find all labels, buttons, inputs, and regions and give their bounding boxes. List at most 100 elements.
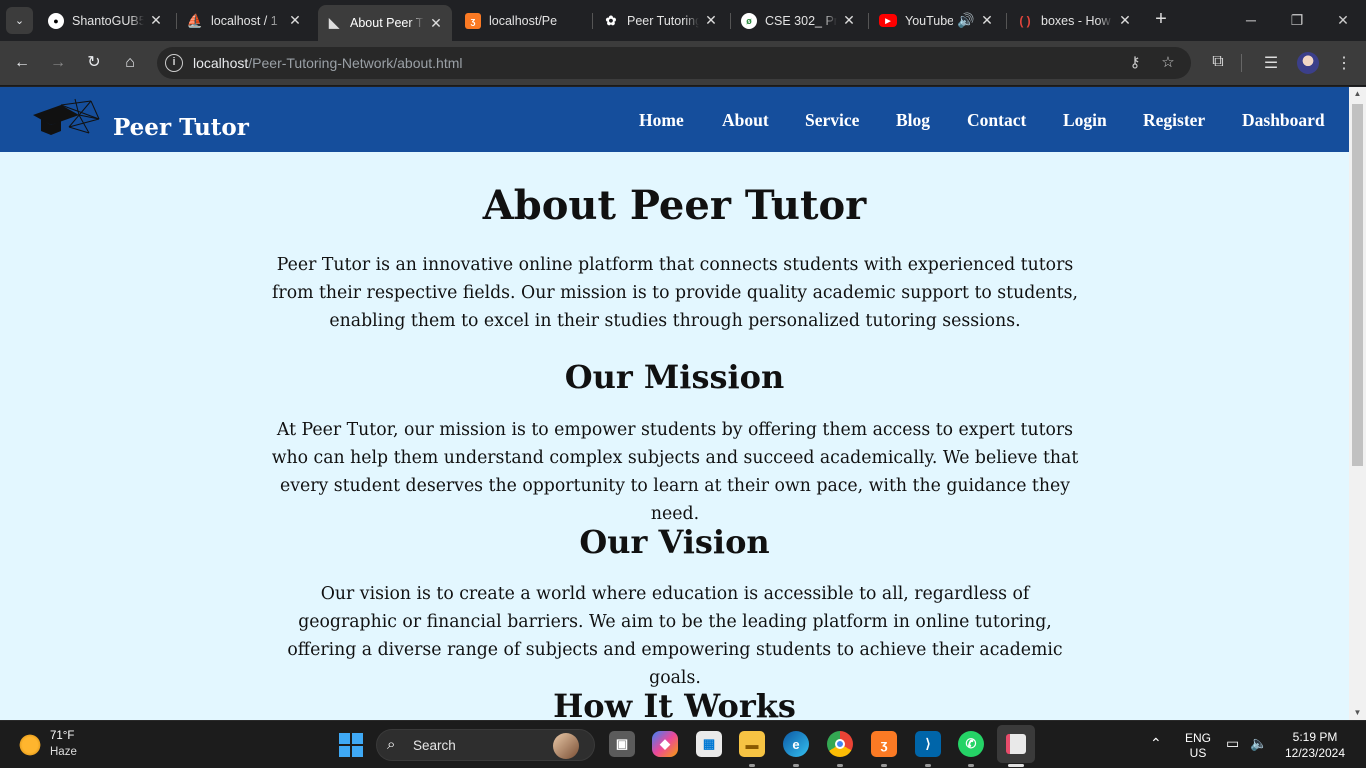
nav-service[interactable]: Service [805,110,859,131]
tab-title: Peer Tutoring [627,13,699,28]
tab-title: localhost/Pe [489,13,558,28]
input-language[interactable]: ENG [1182,731,1214,745]
nav-login[interactable]: Login [1063,110,1107,131]
chrome-icon[interactable] [827,731,853,757]
home-button[interactable]: ⌂ [118,51,142,75]
tab-codepen[interactable]: ( ) boxes - How ✕ [1009,6,1141,35]
running-indicator [881,764,887,767]
reload-button[interactable]: ↻ [82,51,106,75]
tab-title: localhost / 1 [211,13,278,28]
close-window-button[interactable]: ✕ [1320,6,1366,34]
file-explorer-icon[interactable]: ▬ [739,731,765,757]
github-icon: ● [48,12,64,29]
speaker-icon[interactable]: 🔊 [957,12,975,29]
close-icon[interactable]: ✕ [1117,12,1133,29]
vision-heading: Our Vision [579,523,770,561]
page-scrollbar[interactable]: ▲ ▼ [1349,87,1366,720]
password-key-icon[interactable]: ⚷ [1125,53,1145,71]
tab-title: About Peer T [350,16,424,30]
url-text[interactable]: localhost/Peer-Tutoring-Network/about.ht… [193,55,463,71]
intro-paragraph: Peer Tutor is an innovative online platf… [272,255,1078,331]
graduation-cap-logo-icon[interactable] [31,97,101,139]
page-title: About Peer Tutor [482,182,867,229]
mission-heading: Our Mission [564,358,785,396]
clock-date[interactable]: 12/23/2024 [1282,746,1348,760]
tab-search-button[interactable]: ⌄ [6,7,33,34]
search-highlight-image [553,733,579,759]
overleaf-icon: ø [741,12,757,29]
close-icon[interactable]: ✕ [148,12,164,29]
page-viewport: Peer Tutor Home About Service Blog Conta… [0,87,1366,720]
scroll-up-icon[interactable]: ▲ [1349,87,1366,101]
nav-about[interactable]: About [722,110,769,131]
close-icon[interactable]: ✕ [428,15,444,32]
nav-dashboard[interactable]: Dashboard [1242,110,1325,131]
new-tab-button[interactable]: + [1150,8,1172,32]
search-icon: ⌕ [387,736,396,753]
restore-button[interactable]: ❐ [1274,6,1320,34]
peer-tutor-icon: ◣ [329,15,339,30]
whatsapp-icon[interactable]: ✆ [958,731,984,757]
nav-register[interactable]: Register [1143,110,1205,131]
profile-avatar[interactable] [1297,52,1319,74]
brand-name[interactable]: Peer Tutor [113,114,249,141]
chevron-down-icon: ⌄ [14,15,25,27]
chatgpt-icon: ✿ [605,12,617,28]
forward-button[interactable]: → [46,51,70,75]
running-indicator [925,764,931,767]
tab-title: ShantoGUB5 [72,13,144,28]
input-region[interactable]: US [1182,746,1214,760]
close-icon[interactable]: ✕ [841,12,857,29]
site-info-icon[interactable]: i [165,54,183,72]
codepen-icon: ( ) [1019,13,1031,28]
copilot-icon[interactable]: ◆ [652,731,678,757]
volume-icon[interactable]: 🔈 [1250,735,1267,752]
minimize-button[interactable]: ─ [1228,6,1274,34]
weather-sun-icon[interactable] [18,733,42,757]
tray-overflow-chevron-icon[interactable]: ⌃ [1150,735,1162,752]
windows-start-icon[interactable] [339,733,363,757]
tab-title: CSE 302_ Pro [765,13,837,28]
nav-home[interactable]: Home [639,110,684,131]
tab-divider [1006,13,1007,29]
tab-about-peer-tutor[interactable]: ◣ About Peer T ✕ [318,5,452,41]
nav-blog[interactable]: Blog [896,110,930,131]
tab-overleaf[interactable]: ø CSE 302_ Pro ✕ [733,6,865,35]
weather-temp[interactable]: 71°F [50,730,74,742]
tab-title: boxes - How [1041,13,1111,28]
close-icon[interactable]: ✕ [979,12,995,29]
tab-divider [868,13,869,29]
how-it-works-heading: How It Works [553,687,796,720]
tab-title: YouTube [905,13,953,28]
edge-icon[interactable]: e [783,731,809,757]
tab-github[interactable]: ● ShantoGUB5 ✕ [40,6,172,35]
media-control-icon[interactable]: ☰ [1260,53,1282,73]
running-indicator [837,764,843,767]
tab-phpmyadmin[interactable]: ⛵ localhost / 1 ✕ [179,6,311,35]
tab-youtube[interactable]: ▶ YouTube 🔊 ✕ [871,6,1003,35]
tab-chatgpt[interactable]: ✿ Peer Tutoring ✕ [595,6,727,35]
back-button[interactable]: ← [10,51,34,75]
scroll-thumb[interactable] [1352,104,1363,466]
extensions-icon[interactable]: ⧉ [1207,53,1229,71]
task-view-icon[interactable]: ▣ [609,731,635,757]
menu-kebab-icon[interactable]: ⋮ [1333,53,1355,73]
snipping-tool-icon[interactable] [997,725,1035,763]
site-navbar: Peer Tutor Home About Service Blog Conta… [0,87,1349,152]
taskbar-search[interactable]: ⌕ Search [376,729,595,761]
vscode-icon[interactable]: ⟩ [915,731,941,757]
bookmark-star-icon[interactable]: ☆ [1158,53,1178,71]
close-icon[interactable]: ✕ [287,12,303,29]
close-icon[interactable]: ✕ [703,12,719,29]
nav-contact[interactable]: Contact [967,110,1026,131]
address-bar[interactable]: i localhost/Peer-Tutoring-Network/about.… [157,47,1191,79]
microsoft-store-icon[interactable]: ▦ [696,731,722,757]
toolbar-divider [1241,54,1242,72]
taskbar-search-label: Search [413,738,456,753]
tab-xampp[interactable]: ʒ localhost/Pe [457,6,589,35]
xampp-icon[interactable]: ʒ [871,731,897,757]
network-icon[interactable]: ▭ [1226,735,1239,752]
scroll-down-icon[interactable]: ▼ [1349,706,1366,720]
clock-time[interactable]: 5:19 PM [1282,730,1348,744]
weather-condition[interactable]: Haze [50,746,77,758]
